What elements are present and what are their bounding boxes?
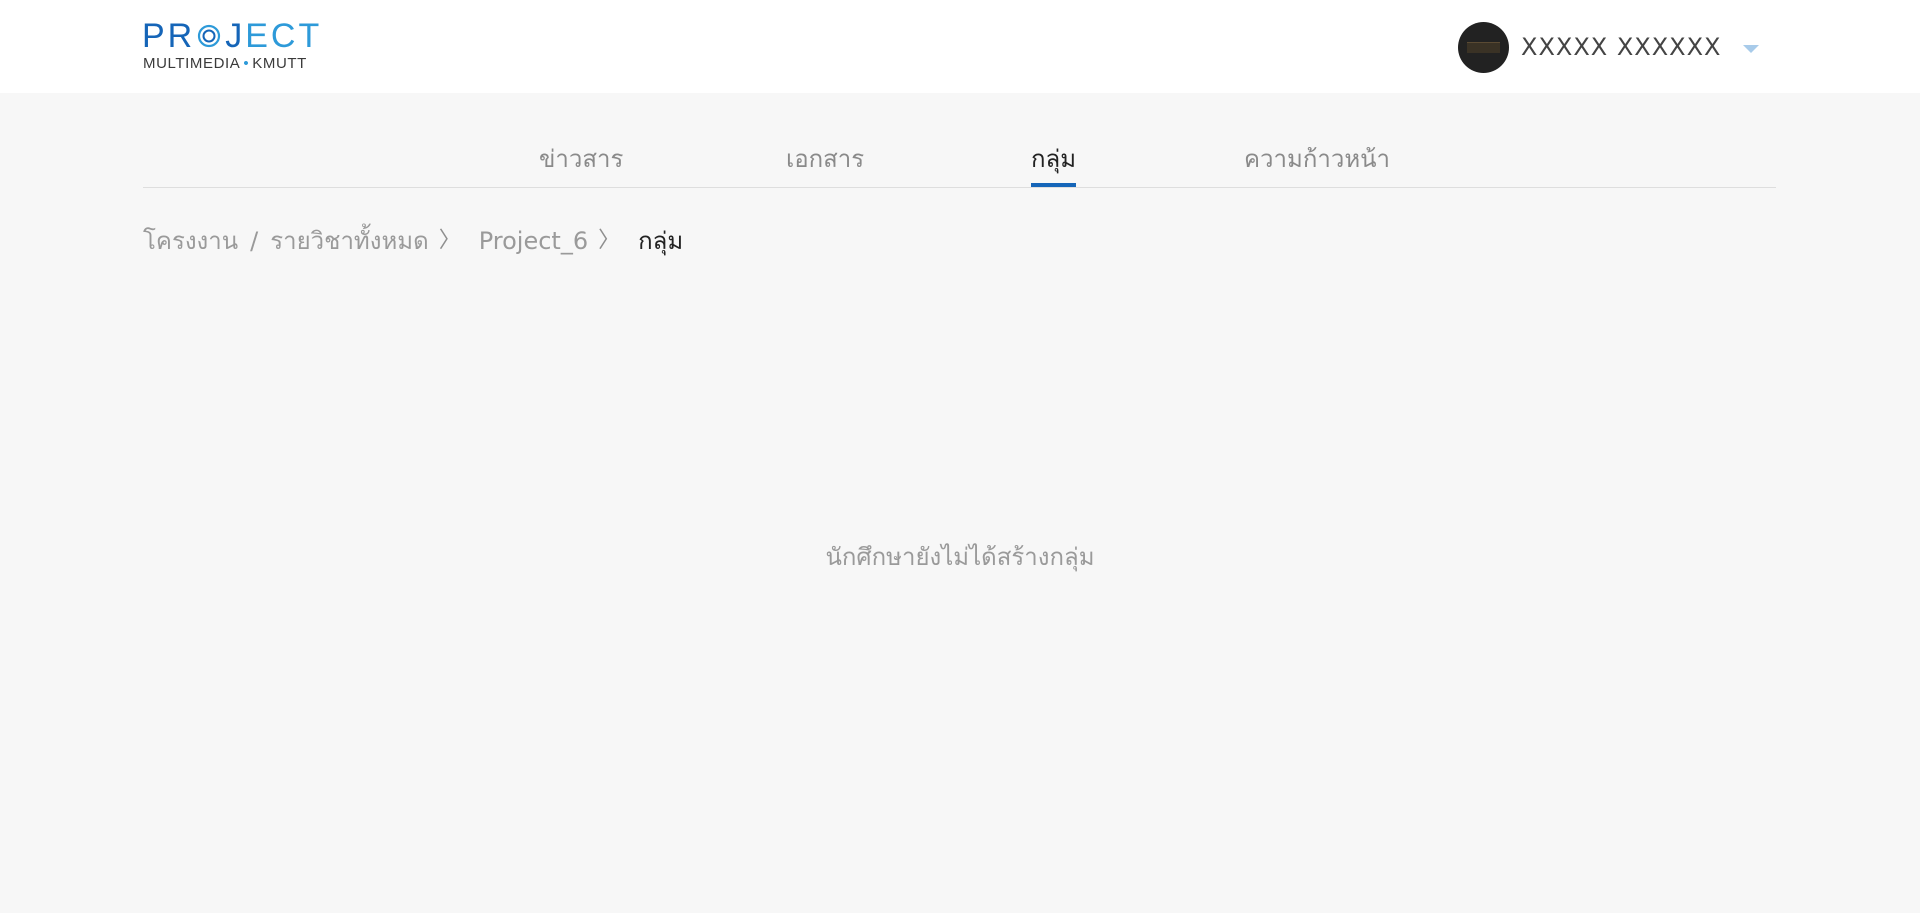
logo-ring-icon: [198, 24, 221, 48]
breadcrumb-current: กลุ่ม: [638, 227, 684, 255]
logo-wordmark: PR J ECT: [142, 18, 322, 54]
tab-progress[interactable]: ความก้าวหน้า: [1244, 144, 1390, 187]
breadcrumb-all-courses[interactable]: รายวิชาทั้งหมด: [270, 224, 428, 258]
avatar[interactable]: [1458, 21, 1509, 73]
empty-state-message: นักศึกษายังไม่ได้สร้างกลุ่ม: [825, 543, 1095, 571]
logo-text-ect: ECT: [245, 17, 323, 55]
logo-text-pr: PR: [142, 17, 196, 55]
top-header: PR J ECT MULTIMEDIA • KMUTT XXXXX XXXXXX: [0, 0, 1920, 93]
caret-down-icon[interactable]: [1743, 45, 1760, 53]
breadcrumb: โครงงาน / รายวิชาทั้งหมด 〉 Project_6 〉 ก…: [143, 224, 683, 258]
user-name[interactable]: XXXXX XXXXXX: [1521, 33, 1721, 61]
chevron-right-icon: 〉: [598, 228, 621, 253]
logo-subtitle-left: MULTIMEDIA: [143, 55, 241, 72]
user-menu[interactable]: XXXXX XXXXXX: [1458, 21, 1760, 73]
breadcrumb-project[interactable]: Project_6: [479, 224, 588, 258]
chevron-right-icon: 〉: [438, 228, 461, 253]
section-tabs: ข่าวสาร เอกสาร กลุ่ม ความก้าวหน้า: [143, 140, 1776, 188]
logo-subtitle-dot: •: [243, 55, 250, 72]
logo-subtitle-right: KMUTT: [252, 55, 307, 72]
logo-text-j: J: [225, 17, 246, 55]
tab-group[interactable]: กลุ่ม: [1031, 144, 1077, 187]
breadcrumb-slash: /: [250, 227, 259, 255]
breadcrumb-projects[interactable]: โครงงาน: [143, 224, 238, 258]
logo-subtitle: MULTIMEDIA • KMUTT: [143, 55, 307, 72]
tab-news[interactable]: ข่าวสาร: [539, 144, 623, 187]
tab-documents[interactable]: เอกสาร: [786, 144, 864, 187]
project-logo[interactable]: PR J ECT MULTIMEDIA • KMUTT: [142, 18, 322, 76]
